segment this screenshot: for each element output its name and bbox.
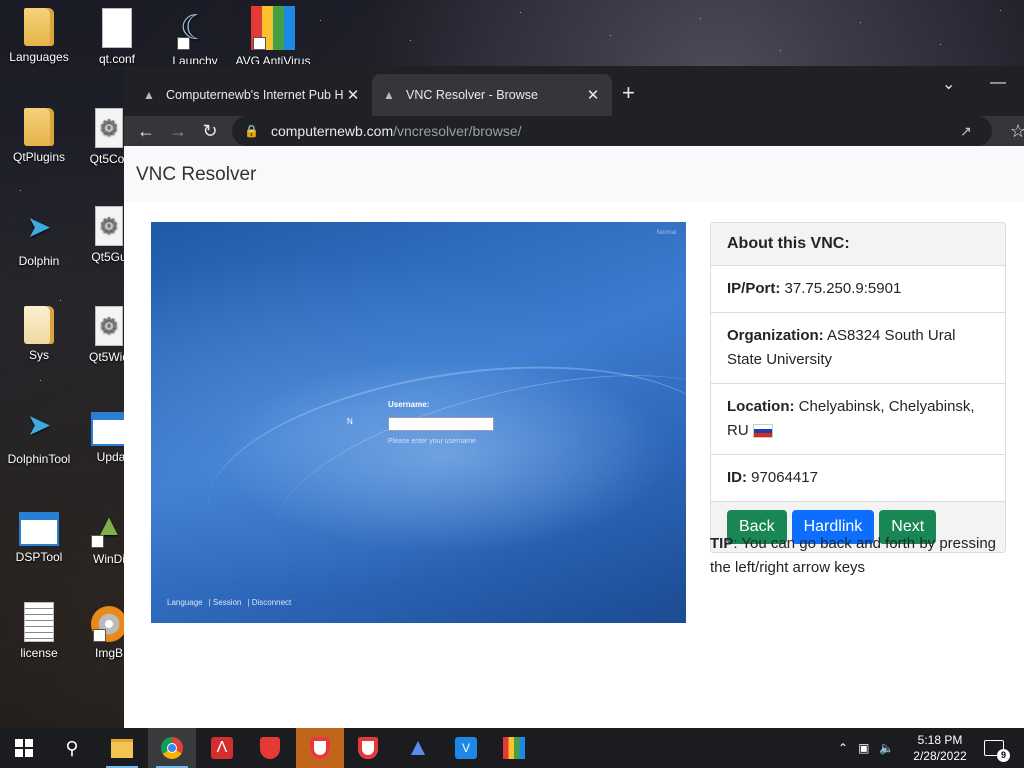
avg-icon[interactable] xyxy=(490,728,538,768)
reload-icon[interactable]: ↻ xyxy=(194,121,226,142)
desktop-icon-launchy[interactable]: ☾ Launchy xyxy=(156,6,234,64)
navbar-brand[interactable]: VNC Resolver xyxy=(136,164,256,186)
desktop-icon-avg[interactable]: AVG AntiVirus xyxy=(234,6,312,64)
tree-icon: ▲ xyxy=(89,504,129,548)
minimize-icon[interactable]: — xyxy=(990,74,1006,92)
ip-value: 37.75.250.9:5901 xyxy=(784,280,902,297)
tab-strip: ▲ Computernewb's Internet Pub H ✕ ▲ VNC … xyxy=(124,66,1024,116)
vscode-icon[interactable]: V xyxy=(442,728,490,768)
tip-label: TIP xyxy=(710,535,734,552)
vnc-screenshot: Normal N Username: Please enter your use… xyxy=(151,222,686,623)
dolphin-icon: ➤ xyxy=(26,211,52,244)
lock-icon: 🔒 xyxy=(244,124,259,138)
brave-icon[interactable] xyxy=(246,728,294,768)
clock-date: 2/28/2022 xyxy=(913,749,967,763)
share-icon[interactable]: ↗ xyxy=(960,123,972,140)
location-label: Location: xyxy=(727,398,795,415)
file-explorer-icon[interactable] xyxy=(98,728,146,768)
desktop-icon-dolphin[interactable]: ➤ Dolphin xyxy=(0,206,78,268)
url-path: /vncresolver/browse/ xyxy=(393,123,522,139)
chrome-icon[interactable] xyxy=(148,728,196,768)
screenshot-username-label: Username: xyxy=(388,400,430,409)
address-bar[interactable]: 🔒 computernewb.com/vncresolver/browse/ ↗ xyxy=(232,116,992,146)
close-tab-icon[interactable]: ✕ xyxy=(584,86,602,104)
file-icon xyxy=(102,8,132,48)
notification-count-badge: 9 xyxy=(997,749,1010,762)
id-label: ID: xyxy=(727,469,747,486)
screenshot-username-help: Please enter your username xyxy=(388,438,476,445)
desktop-icon-license[interactable]: license xyxy=(0,602,78,660)
launchy-icon: ☾ xyxy=(175,6,215,50)
desktop-icon-dsptool[interactable]: DSPTool xyxy=(0,504,78,564)
clock-time: 5:18 PM xyxy=(917,733,963,747)
app-window-icon xyxy=(19,512,59,546)
screenshot-footer: Language | Session | Disconnect xyxy=(167,598,292,607)
bookmark-star-icon[interactable]: ☆ xyxy=(1002,121,1024,142)
notification-center-icon[interactable]: 9 xyxy=(984,728,1010,768)
tab-search-icon[interactable]: ⌄ xyxy=(942,74,955,94)
settings-file-icon: ⚙ xyxy=(95,108,123,148)
location-row: Location: Chelyabinsk, Chelyabinsk, RU xyxy=(711,384,1005,455)
taskbar: ⚲ Λ ▲ V ⌃ ▣ 🔈 5:18 PM 2/28/2022 9 xyxy=(0,728,1024,768)
back-arrow-icon[interactable]: ← xyxy=(130,121,162,142)
clock[interactable]: 5:18 PM 2/28/2022 xyxy=(912,728,968,768)
site-favicon-icon: ▲ xyxy=(383,88,395,102)
tab-computernewb[interactable]: ▲ Computernewb's Internet Pub H ✕ xyxy=(132,74,372,116)
id-row: ID: 97064417 xyxy=(711,455,1005,502)
screenshot-username-field xyxy=(388,417,494,431)
url-host: computernewb.com xyxy=(270,123,394,139)
screenshot-footer-item: Language xyxy=(167,598,203,607)
screenshot-logo-mark: N xyxy=(347,417,353,426)
new-tab-button[interactable]: + xyxy=(622,80,635,106)
windows-logo-icon xyxy=(15,739,33,757)
brave-active-icon[interactable] xyxy=(296,728,344,768)
toolbar: ← → ↻ 🔒 computernewb.com/vncresolver/bro… xyxy=(124,116,1024,146)
tip-text: TIP: You can go back and forth by pressi… xyxy=(710,532,1010,580)
avg-icon xyxy=(251,6,295,50)
tab-vnc-resolver[interactable]: ▲ VNC Resolver - Browse ✕ xyxy=(372,74,612,116)
search-icon[interactable]: ⚲ xyxy=(48,728,96,768)
desktop-icon-qt-conf[interactable]: qt.conf xyxy=(78,8,156,66)
settings-file-icon: ⚙ xyxy=(95,306,123,346)
vnc-info-card: About this VNC: IP/Port: 37.75.250.9:590… xyxy=(710,222,1006,553)
folder-icon xyxy=(24,108,54,146)
folder-icon xyxy=(24,306,54,344)
desktop-icon-languages[interactable]: Languages xyxy=(0,8,78,64)
navbar: VNC Resolver xyxy=(124,146,1024,202)
site-favicon-icon: ▲ xyxy=(143,88,155,102)
desktop-icon-sys[interactable]: Sys xyxy=(0,306,78,362)
organization-row: Organization: AS8324 South Ural State Un… xyxy=(711,313,1005,384)
start-button[interactable] xyxy=(0,728,48,768)
disc-burn-icon xyxy=(91,606,127,642)
screenshot-footer-item: Disconnect xyxy=(251,598,292,607)
dolphin-icon: ➤ xyxy=(26,409,52,442)
screenshot-footer-item: Session xyxy=(212,598,242,607)
tip-body: : You can go back and forth by pressing … xyxy=(710,535,997,576)
system-tray: ⌃ ▣ 🔈 xyxy=(838,728,894,768)
forward-arrow-icon[interactable]: → xyxy=(162,121,194,142)
chevron-up-icon[interactable]: ⌃ xyxy=(838,741,848,755)
settings-file-icon: ⚙ xyxy=(95,206,123,246)
brave-icon[interactable] xyxy=(344,728,392,768)
avira-icon[interactable]: Λ xyxy=(198,728,246,768)
browser-window: ▲ Computernewb's Internet Pub H ✕ ▲ VNC … xyxy=(124,66,1024,728)
screenshot-corner-text: Normal xyxy=(656,230,676,236)
app-icon[interactable]: ▲ xyxy=(394,728,442,768)
card-header: About this VNC: xyxy=(711,223,1005,266)
network-icon[interactable]: ▣ xyxy=(858,741,869,755)
ip-label: IP/Port: xyxy=(727,280,781,297)
desktop-icon-dolphintool[interactable]: ➤ DolphinTool xyxy=(0,404,78,466)
russia-flag-icon xyxy=(752,424,773,439)
folder-icon xyxy=(24,8,54,46)
org-label: Organization: xyxy=(727,327,824,344)
text-file-icon xyxy=(24,602,54,642)
id-value: 97064417 xyxy=(751,469,818,486)
ip-port-row: IP/Port: 37.75.250.9:5901 xyxy=(711,266,1005,313)
desktop-icon-qtplugins[interactable]: QtPlugins xyxy=(0,108,78,164)
volume-icon[interactable]: 🔈 xyxy=(879,741,894,755)
close-tab-icon[interactable]: ✕ xyxy=(344,86,362,104)
